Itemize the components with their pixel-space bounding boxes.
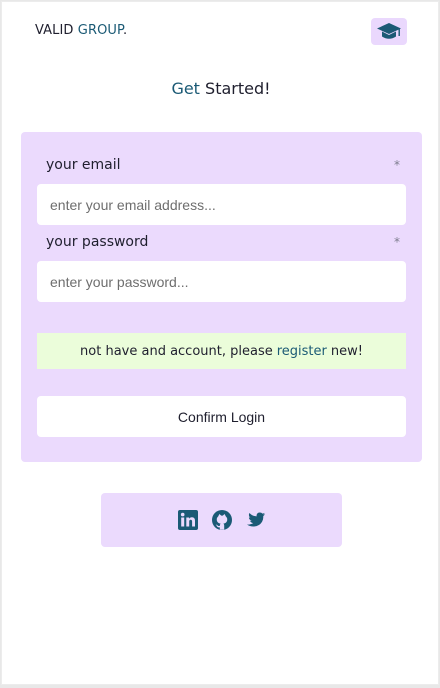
register-link[interactable]: register (277, 344, 327, 359)
graduation-cap-icon (377, 22, 401, 39)
password-label: your password (46, 234, 149, 250)
page-container: VALID GROUP. Get Started! your email * y… (1, 1, 439, 685)
github-icon[interactable] (211, 510, 232, 530)
brand-dot: . (122, 23, 128, 38)
social-links (101, 493, 342, 547)
page-title: Get Started! (2, 79, 440, 98)
email-label: your email (46, 157, 121, 173)
password-required-marker: * (394, 235, 400, 249)
email-required-marker: * (394, 158, 400, 172)
title-accent: Get (171, 79, 200, 98)
notice-text-prefix: not have and account, please (80, 343, 273, 359)
register-notice: not have and account, please register ne… (37, 333, 406, 369)
password-field[interactable] (37, 261, 406, 302)
title-text: Started! (199, 79, 271, 98)
brand-logo: VALID GROUP. (35, 23, 127, 38)
confirm-login-button[interactable]: Confirm Login (37, 396, 406, 437)
login-form: your email * your password * not have an… (21, 132, 422, 462)
notice-text-suffix: new! (330, 343, 363, 359)
menu-button[interactable] (371, 18, 407, 45)
twitter-icon[interactable] (246, 510, 266, 530)
brand-name-accent: GROUP (77, 23, 123, 38)
brand-name-primary: VALID (35, 23, 78, 38)
linkedin-icon[interactable] (177, 510, 198, 530)
email-field[interactable] (37, 184, 406, 225)
